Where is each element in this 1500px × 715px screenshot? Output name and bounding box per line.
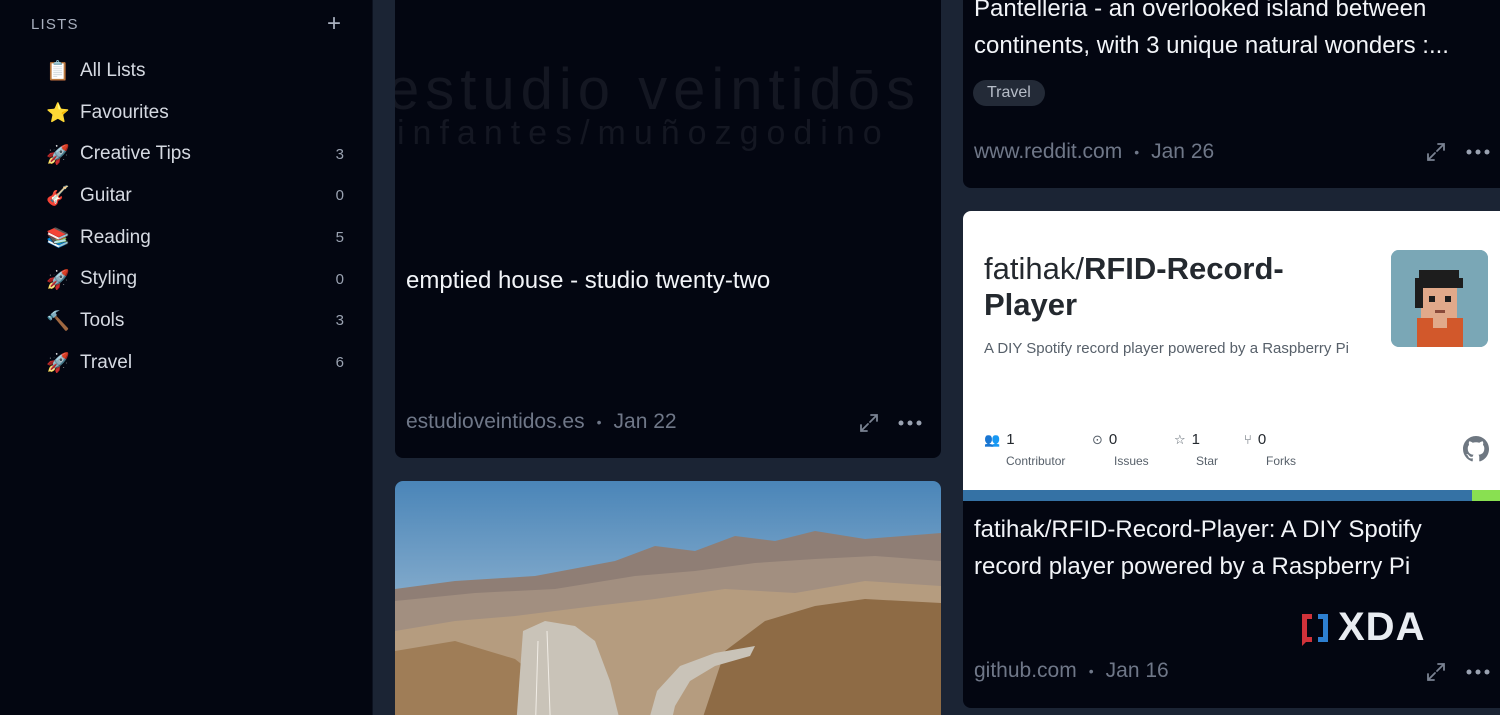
github-owner: fatihak/ — [984, 251, 1084, 286]
fork-icon: ⑂ — [1244, 432, 1252, 447]
card-date: Jan 22 — [613, 410, 677, 433]
separator-dot: • — [1134, 144, 1140, 160]
xda-logo-icon — [1302, 613, 1328, 646]
sidebar-item-label: Styling — [80, 268, 138, 290]
expand-icon[interactable] — [1425, 141, 1447, 163]
sidebar-item-label: All Lists — [80, 59, 146, 81]
card-meta: github.com • Jan 16 — [974, 659, 1169, 683]
stat-issues: ⊙ 0 Issues — [1092, 431, 1149, 468]
more-icon[interactable] — [1465, 141, 1491, 163]
sidebar-item-count: 0 — [335, 187, 344, 205]
issue-icon: ⊙ — [1092, 432, 1103, 447]
stat-contributors: 👥 1 Contributor — [984, 431, 1066, 468]
sidebar-item-count: 3 — [335, 312, 344, 330]
language-bar — [963, 490, 1500, 501]
card-meta: estudioveintidos.es • Jan 22 — [406, 410, 677, 434]
xda-watermark: XDA — [1298, 605, 1425, 650]
star-icon: ☆ — [1174, 432, 1186, 447]
card-domain: www.reddit.com — [974, 140, 1123, 163]
card-title[interactable]: fatihak/RFID-Record-Player: A DIY Spotif… — [974, 511, 1484, 585]
card-domain: github.com — [974, 659, 1077, 682]
sidebar-item-count: 3 — [335, 145, 344, 163]
sidebar-item-favourites[interactable]: ⭐ Favourites — [44, 92, 344, 134]
people-icon: 👥 — [984, 432, 1001, 447]
card-title[interactable]: Pantelleria - an overlooked island betwe… — [974, 0, 1484, 64]
separator-dot: • — [596, 414, 602, 430]
sidebar-item-styling[interactable]: 🚀 Styling 0 — [44, 258, 344, 300]
sidebar-item-label: Travel — [80, 351, 133, 373]
sidebar-item-guitar[interactable]: 🎸 Guitar 0 — [44, 175, 344, 217]
card-title[interactable]: emptied house - studio twenty-two — [406, 262, 770, 299]
sidebar-item-count: 6 — [335, 354, 344, 372]
sidebar-item-label: Reading — [80, 226, 151, 248]
card-date: Jan 16 — [1105, 659, 1169, 682]
sidebar-item-label: Favourites — [80, 101, 169, 123]
separator-dot: • — [1088, 663, 1094, 679]
bookmark-card-house[interactable]: estudio veintidōs infantes/muñozgodino e… — [395, 0, 941, 458]
sidebar-item-label: Creative Tips — [80, 143, 191, 165]
rocket-icon: 🚀 — [46, 268, 70, 291]
books-icon: 📚 — [46, 227, 70, 250]
plus-icon[interactable]: + — [327, 12, 341, 36]
github-repo-name: fatihak/RFID-Record-Player — [984, 251, 1364, 323]
sidebar: LISTS + 📋 All Lists ⭐ Favourites 🚀 Creat… — [0, 0, 373, 715]
sidebar-item-label: Tools — [80, 309, 125, 331]
rocket-icon: 🚀 — [46, 143, 70, 166]
mountain-road-photo — [395, 481, 941, 715]
sidebar-item-count: 5 — [335, 229, 344, 247]
guitar-icon: 🎸 — [46, 185, 70, 208]
sidebar-item-tools[interactable]: 🔨 Tools 3 — [44, 300, 344, 342]
sidebar-item-label: Guitar — [80, 184, 132, 206]
bookmark-card-road[interactable] — [395, 481, 941, 715]
logo-line-2: infantes/muñozgodino — [397, 114, 890, 152]
sidebar-title: LISTS — [31, 15, 79, 33]
avatar — [1391, 250, 1488, 347]
clipboard-icon: 📋 — [46, 60, 70, 83]
more-icon[interactable] — [1465, 661, 1491, 683]
sidebar-item-count: 0 — [335, 270, 344, 288]
card-preview-logo: estudio veintidōs infantes/muñozgodino — [395, 40, 941, 160]
github-description: A DIY Spotify record player powered by a… — [984, 340, 1349, 357]
expand-icon[interactable] — [858, 412, 880, 434]
sidebar-item-creative-tips[interactable]: 🚀 Creative Tips 3 — [44, 133, 344, 175]
sidebar-item-reading[interactable]: 📚 Reading 5 — [44, 217, 344, 259]
card-domain: estudioveintidos.es — [406, 410, 585, 433]
card-meta: www.reddit.com • Jan 26 — [974, 140, 1214, 164]
star-icon: ⭐ — [46, 102, 70, 125]
expand-icon[interactable] — [1425, 661, 1447, 683]
sidebar-list: 📋 All Lists ⭐ Favourites 🚀 Creative Tips… — [44, 50, 344, 384]
logo-line-1: estudio veintidōs — [395, 57, 922, 122]
sidebar-item-all-lists[interactable]: 📋 All Lists — [44, 50, 344, 92]
bookmark-card-pantelleria[interactable]: Pantelleria - an overlooked island betwe… — [963, 0, 1500, 188]
stat-stars: ☆ 1 Star — [1174, 431, 1219, 468]
hammer-icon: 🔨 — [46, 310, 70, 333]
sidebar-item-travel[interactable]: 🚀 Travel 6 — [44, 342, 344, 384]
watermark-text: XDA — [1338, 605, 1426, 649]
rocket-icon: 🚀 — [46, 352, 70, 375]
more-icon[interactable] — [897, 412, 923, 434]
sidebar-header: LISTS + — [31, 12, 341, 36]
github-preview: fatihak/RFID-Record-Player A DIY Spotify… — [963, 211, 1500, 501]
stat-forks: ⑂ 0 Forks — [1244, 431, 1296, 468]
card-date: Jan 26 — [1151, 140, 1215, 163]
github-icon — [1463, 436, 1489, 462]
tag-travel[interactable]: Travel — [973, 80, 1045, 106]
